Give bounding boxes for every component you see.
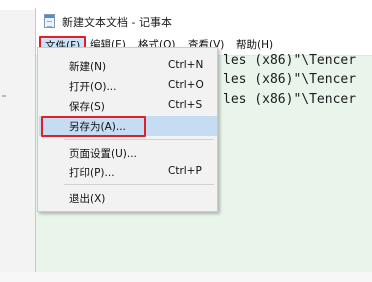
menu-item-save[interactable]: 保存(S) Ctrl+S: [39, 96, 217, 116]
menu-item-label: 退出(X): [69, 193, 106, 205]
menu-item-label: 新建(N): [69, 61, 107, 73]
editor-line: les (x86)"\Tencer: [223, 53, 357, 68]
menu-item-label: 打开(O)...: [69, 81, 117, 93]
title-bar: 新建文本文档 - 记事本: [36, 8, 372, 34]
editor-line: les (x86)"\Tencer: [223, 92, 357, 107]
menu-item-exit[interactable]: 退出(X): [39, 188, 217, 208]
desktop-background-bottom: [0, 272, 372, 282]
menu-item-label: 保存(S): [69, 101, 105, 113]
menu-item-shortcut: Ctrl+N: [168, 59, 204, 71]
menu-separator: [64, 184, 214, 185]
menu-item-label: 打印(P)...: [69, 167, 115, 179]
editor-line: les (x86)"\Tencer: [223, 72, 357, 87]
menu-separator: [64, 139, 214, 140]
menu-item-label: 页面设置(U)...: [69, 148, 137, 160]
menu-item-shortcut: Ctrl+O: [168, 79, 204, 91]
notepad-icon: [44, 14, 55, 28]
menu-item-shortcut: Ctrl+P: [168, 165, 202, 177]
background-mark: [2, 95, 6, 97]
menu-item-new[interactable]: 新建(N) Ctrl+N: [39, 56, 217, 76]
menu-item-print[interactable]: 打印(P)... Ctrl+P: [39, 162, 217, 182]
menu-help[interactable]: 帮助(H): [236, 38, 273, 52]
menu-item-page-setup[interactable]: 页面设置(U)...: [39, 143, 217, 163]
menu-item-label: 另存为(A)...: [69, 121, 126, 133]
menu-item-open[interactable]: 打开(O)... Ctrl+O: [39, 76, 217, 96]
menu-item-save-as[interactable]: 另存为(A)...: [39, 116, 217, 137]
window-title: 新建文本文档 - 记事本: [62, 16, 172, 29]
file-dropdown-menu: 新建(N) Ctrl+N 打开(O)... Ctrl+O 保存(S) Ctrl+…: [37, 47, 218, 212]
menu-item-shortcut: Ctrl+S: [168, 99, 203, 111]
